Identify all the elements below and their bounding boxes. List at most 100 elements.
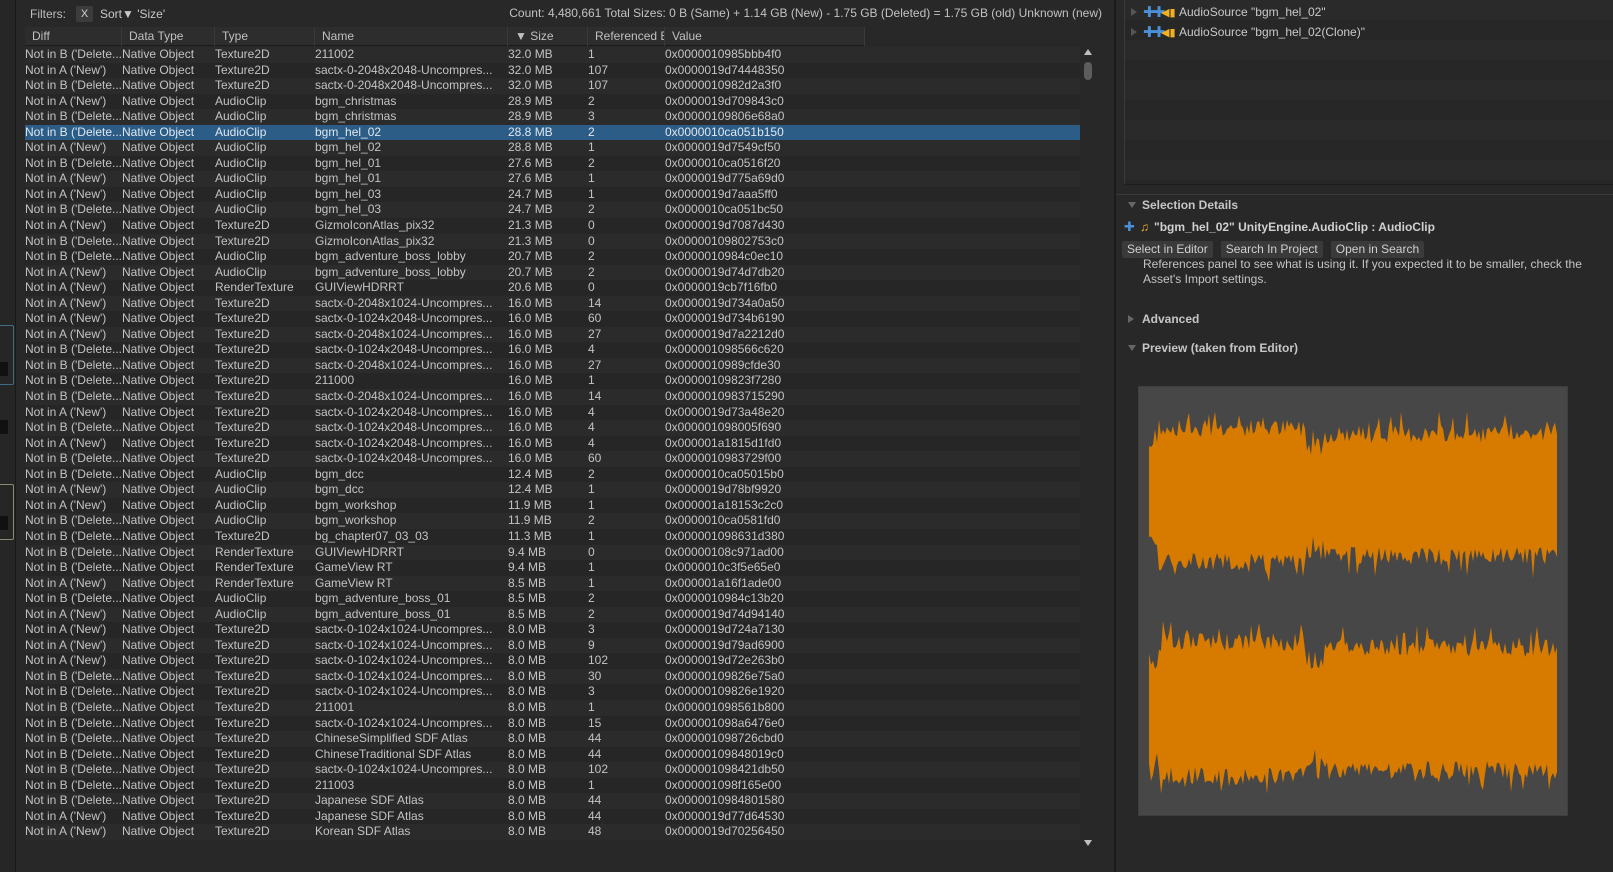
table-row[interactable]: Not in A ('New') Native Object Texture2D Ko… xyxy=(25,824,1080,840)
cell-diff: Not in B ('Delete... xyxy=(25,777,122,792)
cell-size: 11.3 MB xyxy=(508,528,552,543)
table-row[interactable]: Not in B ('Delete... Native Object Texture… xyxy=(25,78,1080,94)
cell-referenced-by: 4 xyxy=(588,420,595,435)
table-row[interactable]: Not in B ('Delete... Native Object AudioCl… xyxy=(25,249,1080,265)
table-row[interactable]: Not in B ('Delete... Native Object Texture… xyxy=(25,373,1080,390)
table-row[interactable]: Not in A ('New') Native Object Texture2D sa… xyxy=(25,637,1080,654)
table-row[interactable]: Not in B ('Delete... Native Object Texture… xyxy=(25,233,1080,250)
left-gutter xyxy=(0,0,16,872)
cell-name: sactx-0-1024x2048-Uncompres... xyxy=(315,404,493,419)
reference-item[interactable]: ✚✚ ◀▮ AudioSource "bgm_hel_02" xyxy=(1125,2,1326,22)
table-row[interactable]: Not in B ('Delete... Native Object Texture… xyxy=(25,731,1080,747)
advanced-header[interactable]: Advanced xyxy=(1128,312,1199,326)
table-row[interactable]: Not in A ('New') Native Object Texture2D Gi… xyxy=(25,218,1080,234)
table-row[interactable]: Not in B ('Delete... Native Object Texture… xyxy=(25,668,1080,685)
preview-header[interactable]: Preview (taken from Editor) xyxy=(1128,341,1298,355)
sort-indicator[interactable]: Sort▼ 'Size' xyxy=(100,7,165,21)
cell-size: 32.0 MB xyxy=(508,78,553,93)
table-row[interactable]: Not in B ('Delete... Native Object Texture… xyxy=(25,746,1080,763)
selection-title: ✚ ♫ "bgm_hel_02" UnityEngine.AudioClip :… xyxy=(1124,219,1435,235)
expand-arrow-icon[interactable] xyxy=(1131,28,1137,36)
open-in-search-button[interactable]: Open in Search xyxy=(1330,241,1425,258)
cell-data-type: Native Object xyxy=(122,777,195,792)
table-row[interactable]: Not in B ('Delete... Native Object AudioCl… xyxy=(25,124,1080,141)
table-row[interactable]: Not in A ('New') Native Object Texture2D sa… xyxy=(25,62,1080,79)
cell-referenced-by: 44 xyxy=(588,793,602,808)
table-row[interactable]: Not in B ('Delete... Native Object Texture… xyxy=(25,389,1080,405)
scroll-up-arrow-icon[interactable] xyxy=(1084,49,1092,55)
table-row[interactable]: Not in A ('New') Native Object AudioClip bg… xyxy=(25,140,1080,156)
scroll-down-arrow-icon[interactable] xyxy=(1084,840,1092,846)
table-row[interactable]: Not in B ('Delete... Native Object Texture… xyxy=(25,357,1080,374)
table-row[interactable]: Not in B ('Delete... Native Object AudioCl… xyxy=(25,591,1080,607)
table-row[interactable]: Not in A ('New') Native Object AudioClip bg… xyxy=(25,264,1080,281)
selection-details-header[interactable]: Selection Details xyxy=(1128,198,1238,212)
cell-data-type: Native Object xyxy=(122,684,195,699)
table-vertical-scrollbar[interactable] xyxy=(1082,47,1094,846)
table-row[interactable]: Not in B ('Delete... Native Object AudioCl… xyxy=(25,202,1080,219)
table-row[interactable]: Not in B ('Delete... Native Object AudioCl… xyxy=(25,155,1080,172)
table-row[interactable]: Not in A ('New') Native Object AudioClip bg… xyxy=(25,497,1080,514)
cell-diff: Not in A ('New') xyxy=(25,311,107,326)
table-row[interactable]: Not in B ('Delete... Native Object Texture… xyxy=(25,528,1080,545)
cell-value: 0x000001a18153c2c0 xyxy=(665,497,784,512)
cell-type: Texture2D xyxy=(215,622,270,637)
table-row[interactable]: Not in B ('Delete... Native Object Texture… xyxy=(25,793,1080,809)
table-row[interactable]: Not in B ('Delete... Native Object Texture… xyxy=(25,47,1080,63)
table-row[interactable]: Not in B ('Delete... Native Object AudioCl… xyxy=(25,513,1080,529)
cell-data-type: Native Object xyxy=(122,264,195,279)
column-header-diff[interactable]: Diff xyxy=(25,27,122,46)
cell-type: RenderTexture xyxy=(215,544,294,559)
table-row[interactable]: Not in B ('Delete... Native Object RenderT… xyxy=(25,544,1080,561)
table-row[interactable]: Not in B ('Delete... Native Object Texture… xyxy=(25,420,1080,436)
column-header-data-type[interactable]: Data Type xyxy=(122,27,215,46)
cell-name: GUIViewHDRRT xyxy=(315,280,404,295)
column-header-size[interactable]: ▼ Size xyxy=(508,27,588,46)
table-row[interactable]: Not in A ('New') Native Object Texture2D sa… xyxy=(25,435,1080,452)
table-row[interactable]: Not in B ('Delete... Native Object Texture… xyxy=(25,342,1080,358)
table-row[interactable]: Not in A ('New') Native Object RenderTextu… xyxy=(25,575,1080,592)
expand-arrow-icon[interactable] xyxy=(1131,8,1137,16)
cell-name: Japanese SDF Atlas xyxy=(315,793,424,808)
cell-value: 0x0000019cb7f16fb0 xyxy=(665,280,778,295)
table-row[interactable]: Not in A ('New') Native Object Texture2D sa… xyxy=(25,622,1080,638)
cell-value: 0x000001098a6476e0 xyxy=(665,715,785,730)
table-row[interactable]: Not in A ('New') Native Object AudioClip bg… xyxy=(25,93,1080,110)
table-row[interactable]: Not in B ('Delete... Native Object Texture… xyxy=(25,699,1080,716)
cell-size: 16.0 MB xyxy=(508,435,553,450)
scrollbar-thumb[interactable] xyxy=(1084,62,1092,80)
table-row[interactable]: Not in A ('New') Native Object Texture2D sa… xyxy=(25,326,1080,343)
reference-item[interactable]: ✚✚ ◀▮ AudioSource "bgm_hel_02(Clone)" xyxy=(1125,22,1365,42)
table-row[interactable]: Not in B ('Delete... Native Object RenderT… xyxy=(25,560,1080,576)
table-row[interactable]: Not in A ('New') Native Object Texture2D sa… xyxy=(25,653,1080,669)
column-header-referenced-by[interactable]: Referenced B xyxy=(588,27,665,46)
table-row[interactable]: Not in A ('New') Native Object Texture2D sa… xyxy=(25,295,1080,312)
cell-value: 0x000001098421db50 xyxy=(665,762,785,777)
cell-referenced-by: 1 xyxy=(588,47,595,61)
clear-filter-button[interactable]: X xyxy=(76,5,93,22)
cell-diff: Not in A ('New') xyxy=(25,140,107,155)
table-row[interactable]: Not in B ('Delete... Native Object AudioCl… xyxy=(25,109,1080,125)
column-header-value[interactable]: Value xyxy=(665,27,865,46)
table-row[interactable]: Not in B ('Delete... Native Object Texture… xyxy=(25,762,1080,778)
table-row[interactable]: Not in A ('New') Native Object Texture2D sa… xyxy=(25,311,1080,327)
table-row[interactable]: Not in B ('Delete... Native Object Texture… xyxy=(25,684,1080,700)
table-row[interactable]: Not in B ('Delete... Native Object Texture… xyxy=(25,777,1080,794)
table-row[interactable]: Not in B ('Delete... Native Object Texture… xyxy=(25,451,1080,467)
cell-size: 16.0 MB xyxy=(508,295,553,310)
table-row[interactable]: Not in A ('New') Native Object AudioClip bg… xyxy=(25,606,1080,623)
search-in-project-button[interactable]: Search In Project xyxy=(1220,241,1323,258)
column-header-type[interactable]: Type xyxy=(215,27,315,46)
table-row[interactable]: Not in A ('New') Native Object RenderTextu… xyxy=(25,280,1080,296)
table-row[interactable]: Not in A ('New') Native Object AudioClip bg… xyxy=(25,171,1080,187)
table-row[interactable]: Not in A ('New') Native Object AudioClip bg… xyxy=(25,482,1080,498)
cell-value: 0x000001098726cbd0 xyxy=(665,731,784,746)
select-in-editor-button[interactable]: Select in Editor xyxy=(1122,241,1213,258)
table-row[interactable]: Not in A ('New') Native Object Texture2D Ja… xyxy=(25,808,1080,825)
table-row[interactable]: Not in B ('Delete... Native Object Texture… xyxy=(25,715,1080,732)
table-row[interactable]: Not in A ('New') Native Object Texture2D sa… xyxy=(25,404,1080,421)
cell-diff: Not in B ('Delete... xyxy=(25,513,122,528)
table-row[interactable]: Not in B ('Delete... Native Object AudioCl… xyxy=(25,466,1080,483)
table-row[interactable]: Not in A ('New') Native Object AudioClip bg… xyxy=(25,186,1080,203)
column-header-name[interactable]: Name xyxy=(315,27,508,46)
